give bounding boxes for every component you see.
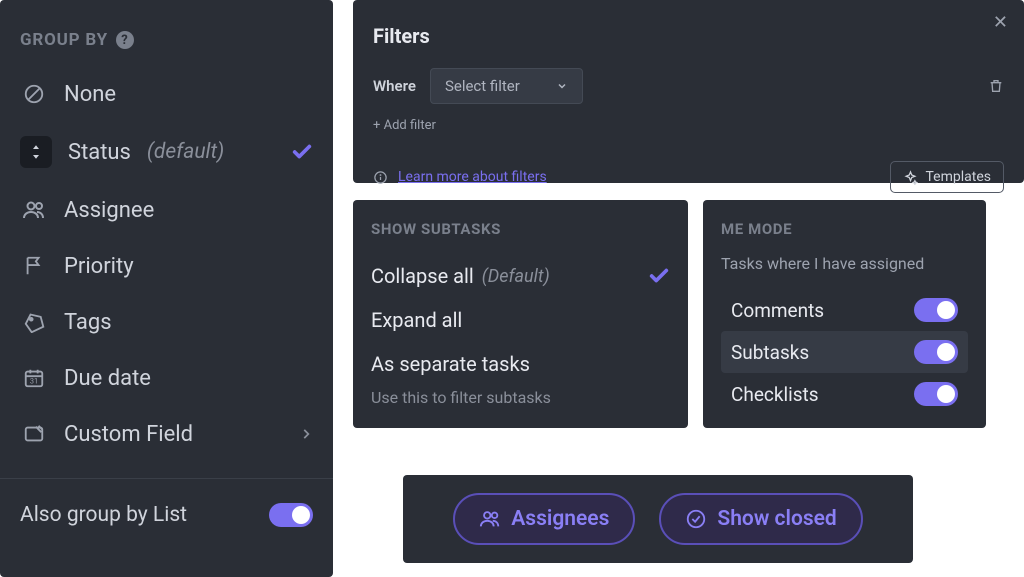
duedate-icon: 31 (20, 364, 48, 392)
group-item-assignee[interactable]: Assignee (0, 182, 333, 238)
group-item-customfield[interactable]: Custom Field (0, 406, 333, 462)
select-filter-placeholder: Select filter (445, 77, 520, 95)
where-label: Where (373, 77, 416, 95)
chevron-right-icon (299, 427, 313, 441)
group-item-label: Assignee (64, 198, 154, 223)
help-icon[interactable]: ? (116, 31, 134, 49)
subtask-option-label: Collapse all (371, 264, 474, 288)
filters-footer: Learn more about filters Templates (373, 161, 1004, 193)
me-mode-row-checklists[interactable]: Checklists (721, 373, 968, 415)
show-subtasks-header: SHOW SUBTASKS (371, 220, 670, 238)
add-filter-button[interactable]: + Add filter (373, 118, 1004, 133)
subtask-option-expand-all[interactable]: Expand all (371, 298, 670, 342)
also-group-label: Also group by List (20, 503, 187, 527)
checklists-toggle[interactable] (914, 382, 958, 406)
group-item-priority[interactable]: Priority (0, 238, 333, 294)
group-item-label: Custom Field (64, 422, 193, 447)
me-mode-header: ME MODE (721, 220, 968, 238)
bottom-strip: Assignees Show closed (403, 475, 913, 563)
group-item-tags[interactable]: Tags (0, 294, 333, 350)
check-icon (648, 265, 670, 287)
me-mode-panel: ME MODE Tasks where I have assigned Comm… (703, 200, 986, 428)
none-icon (20, 80, 48, 108)
check-icon (291, 141, 313, 163)
me-mode-desc: Tasks where I have assigned (721, 254, 968, 273)
assignees-label: Assignees (511, 507, 609, 531)
check-circle-icon (685, 508, 707, 530)
group-item-label: Priority (64, 254, 134, 279)
learn-more-link[interactable]: Learn more about filters (398, 169, 547, 185)
templates-label: Templates (926, 169, 992, 185)
priority-icon (20, 252, 48, 280)
svg-text:31: 31 (30, 377, 38, 386)
filters-panel: ✕ Filters Where Select filter + Add filt… (353, 0, 1024, 183)
group-item-duedate[interactable]: 31 Due date (0, 350, 333, 406)
me-mode-row-label: Comments (731, 299, 824, 322)
assignees-icon (479, 508, 501, 530)
templates-button[interactable]: Templates (890, 161, 1005, 193)
info-icon (373, 170, 388, 185)
subtasks-toggle[interactable] (914, 340, 958, 364)
me-mode-row-label: Subtasks (731, 341, 809, 364)
subtask-help-text: Use this to filter subtasks (371, 388, 670, 407)
group-by-header: GROUP BY ? (0, 30, 333, 66)
show-closed-label: Show closed (717, 507, 836, 531)
filter-where-row: Where Select filter (373, 68, 1004, 104)
default-tag: (Default) (482, 266, 550, 287)
subtask-option-label: Expand all (371, 308, 462, 332)
also-group-by-list-row[interactable]: Also group by List (0, 479, 333, 551)
default-tag: (default) (147, 140, 224, 164)
group-item-status[interactable]: Status (default) (0, 122, 333, 182)
show-closed-button[interactable]: Show closed (659, 493, 862, 545)
me-mode-row-comments[interactable]: Comments (721, 289, 968, 331)
sparkle-icon (903, 170, 918, 185)
group-item-none[interactable]: None (0, 66, 333, 122)
assignees-button[interactable]: Assignees (453, 493, 635, 545)
trash-icon[interactable] (988, 78, 1004, 94)
group-item-label: Due date (64, 366, 151, 391)
subtask-option-collapse-all[interactable]: Collapse all (Default) (371, 254, 670, 298)
chevron-down-icon (556, 80, 568, 92)
subtask-option-label: As separate tasks (371, 352, 530, 376)
group-by-label: GROUP BY (20, 30, 108, 50)
filters-title: Filters (373, 24, 1004, 48)
select-filter-dropdown[interactable]: Select filter (430, 68, 583, 104)
status-icon (20, 136, 52, 168)
group-item-label: Tags (64, 310, 112, 335)
me-mode-row-subtasks[interactable]: Subtasks (721, 331, 968, 373)
show-subtasks-panel: SHOW SUBTASKS Collapse all (Default) Exp… (353, 200, 688, 428)
close-icon[interactable]: ✕ (993, 12, 1008, 33)
customfield-icon (20, 420, 48, 448)
group-item-label: None (64, 82, 116, 107)
group-by-panel: GROUP BY ? None Status (default) Assigne… (0, 0, 333, 577)
also-group-toggle[interactable] (269, 503, 313, 527)
subtask-option-separate[interactable]: As separate tasks (371, 342, 670, 386)
tags-icon (20, 308, 48, 336)
comments-toggle[interactable] (914, 298, 958, 322)
group-item-label: Status (68, 140, 131, 165)
assignee-icon (20, 196, 48, 224)
me-mode-row-label: Checklists (731, 383, 819, 406)
